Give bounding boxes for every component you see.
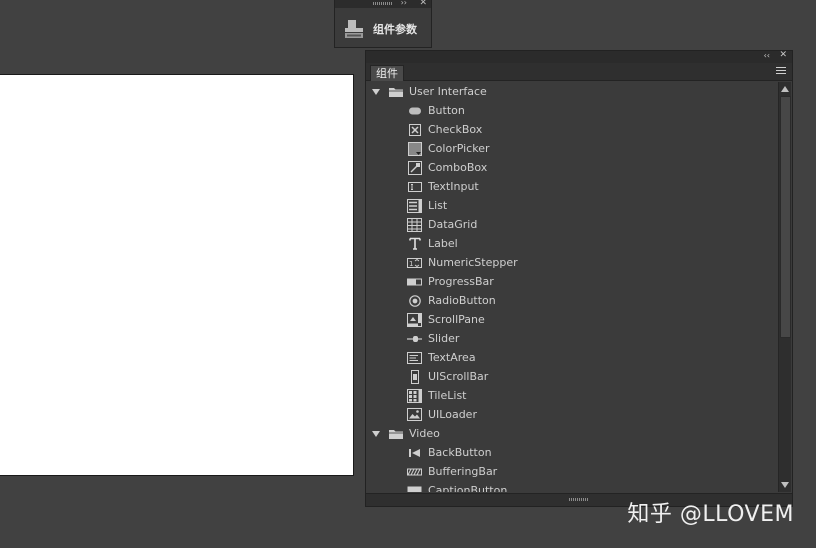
folder-label: User Interface — [409, 85, 487, 98]
component-label: TileList — [428, 389, 467, 402]
uiscrollbar-icon — [407, 369, 422, 384]
slider-icon — [407, 332, 422, 346]
component-parameters-label: 组件参数 — [373, 23, 417, 36]
close-icon[interactable]: ✕ — [419, 0, 427, 8]
component-item-combobox[interactable]: ComboBox — [366, 158, 777, 177]
watermark: 知乎 @LLOVEM — [627, 502, 794, 527]
scrollpane-icon — [407, 312, 422, 327]
component-label: BackButton — [428, 446, 492, 459]
folder-video[interactable]: Video — [366, 424, 777, 443]
component-item-datagrid[interactable]: DataGrid — [366, 215, 777, 234]
component-label: DataGrid — [428, 218, 478, 231]
collapse-icon[interactable]: ‹‹ — [764, 51, 770, 60]
component-label: Label — [428, 237, 458, 250]
bufferingbar-icon — [407, 465, 422, 479]
panel-titlebar[interactable]: ‹‹ ✕ — [366, 50, 792, 63]
folder-icon — [388, 428, 404, 440]
collapse-icon[interactable]: ›› — [401, 0, 407, 7]
component-label: ColorPicker — [428, 142, 490, 155]
component-parameters-panel: ›› ✕ 组件参数 — [334, 0, 432, 48]
progressbar-icon — [407, 275, 422, 289]
textarea-icon — [407, 351, 422, 365]
tree-scrollbar[interactable] — [778, 82, 791, 492]
component-label: TextInput — [428, 180, 479, 193]
component-item-radiobutton[interactable]: RadioButton — [366, 291, 777, 310]
component-item-uiscrollbar[interactable]: UIScrollBar — [366, 367, 777, 386]
stage-canvas[interactable] — [0, 74, 354, 476]
component-item-numericstepper[interactable]: 1 NumericStepper — [366, 253, 777, 272]
panel-tab-bar: 组件 — [366, 63, 792, 81]
panel-menu-icon[interactable] — [776, 67, 786, 75]
components-panel: ‹‹ ✕ 组件 User Interface Button CheckBox Colo… — [365, 50, 793, 507]
component-parameters-icon — [345, 20, 363, 38]
svg-text:1: 1 — [409, 260, 413, 268]
datagrid-icon — [407, 217, 422, 232]
textinput-icon — [407, 180, 422, 194]
component-parameters-button[interactable]: 组件参数 — [335, 8, 431, 40]
tilelist-icon — [407, 388, 422, 403]
expand-arrow-icon[interactable] — [372, 427, 380, 440]
scrollbar-thumb[interactable] — [780, 96, 791, 338]
drag-grip-icon[interactable] — [373, 2, 393, 5]
tab-components[interactable]: 组件 — [370, 65, 404, 81]
component-item-list[interactable]: List — [366, 196, 777, 215]
radiobutton-icon — [407, 294, 422, 308]
component-label: RadioButton — [428, 294, 496, 307]
uiloader-icon — [407, 408, 422, 422]
component-label: ComboBox — [428, 161, 488, 174]
component-label: UILoader — [428, 408, 477, 421]
folder-icon — [388, 86, 404, 98]
component-item-progressbar[interactable]: ProgressBar — [366, 272, 777, 291]
component-label: List — [428, 199, 448, 212]
scroll-down-icon[interactable] — [781, 482, 789, 488]
component-label: TextArea — [428, 351, 476, 364]
component-item-backbutton[interactable]: BackButton — [366, 443, 777, 462]
mini-panel-titlebar[interactable]: ›› ✕ — [335, 0, 431, 8]
folder-label: Video — [409, 427, 440, 440]
component-item-bufferingbar[interactable]: BufferingBar — [366, 462, 777, 481]
component-label: NumericStepper — [428, 256, 518, 269]
close-icon[interactable]: ✕ — [779, 50, 787, 60]
component-tree[interactable]: User Interface Button CheckBox ColorPicker C… — [366, 82, 777, 492]
checkbox-icon — [407, 123, 422, 137]
component-item-checkbox[interactable]: CheckBox — [366, 120, 777, 139]
component-item-textinput[interactable]: TextInput — [366, 177, 777, 196]
resize-grip-icon[interactable] — [569, 498, 589, 501]
component-item-button[interactable]: Button — [366, 101, 777, 120]
component-item-slider[interactable]: Slider — [366, 329, 777, 348]
numericstepper-icon: 1 — [407, 256, 422, 270]
component-label: CaptionButton — [428, 484, 508, 492]
component-item-tilelist[interactable]: TileList — [366, 386, 777, 405]
component-label: Slider — [428, 332, 460, 345]
component-label: CheckBox — [428, 123, 483, 136]
component-label: ScrollPane — [428, 313, 485, 326]
component-item-captionbutton[interactable]: CaptionButton — [366, 481, 777, 492]
folder-user-interface[interactable]: User Interface — [366, 82, 777, 101]
component-item-label[interactable]: Label — [366, 234, 777, 253]
component-label: UIScrollBar — [428, 370, 489, 383]
backbutton-icon — [407, 446, 422, 460]
component-item-scrollpane[interactable]: ScrollPane — [366, 310, 777, 329]
component-label: BufferingBar — [428, 465, 498, 478]
expand-arrow-icon[interactable] — [372, 85, 380, 98]
colorpicker-icon — [407, 141, 422, 156]
component-item-colorpicker[interactable]: ColorPicker — [366, 139, 777, 158]
label-icon — [407, 237, 422, 251]
component-label: ProgressBar — [428, 275, 494, 288]
component-item-textarea[interactable]: TextArea — [366, 348, 777, 367]
button-icon — [407, 104, 422, 118]
component-item-uiloader[interactable]: UILoader — [366, 405, 777, 424]
combobox-icon — [407, 160, 422, 175]
list-icon — [407, 198, 422, 213]
scroll-up-icon[interactable] — [781, 86, 789, 92]
component-label: Button — [428, 104, 465, 117]
captionbutton-icon — [407, 484, 422, 492]
